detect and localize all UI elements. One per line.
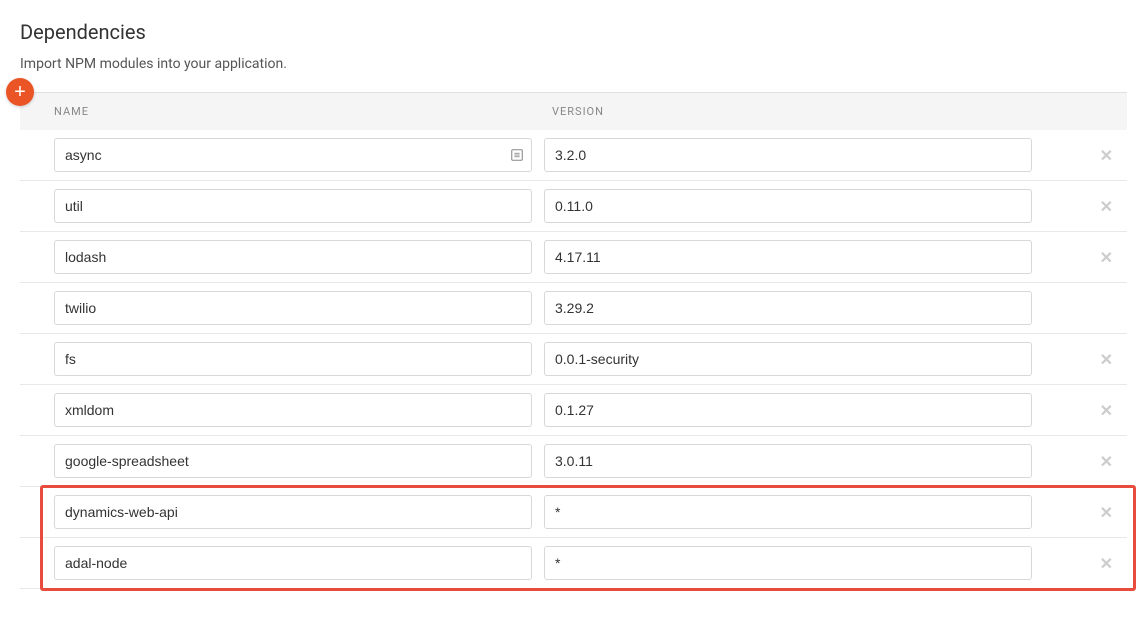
package-version-input[interactable] (544, 444, 1032, 478)
package-name-input[interactable] (54, 291, 532, 325)
header-name: NAME (20, 105, 540, 118)
package-name-input[interactable] (54, 546, 532, 580)
table-row (20, 283, 1127, 334)
package-version-input[interactable] (544, 138, 1032, 172)
package-name-input[interactable] (54, 240, 532, 274)
table-row: ✕ (20, 232, 1127, 283)
package-version-input[interactable] (544, 291, 1032, 325)
section-description: Import NPM modules into your application… (20, 56, 1127, 72)
remove-icon[interactable]: ✕ (1100, 401, 1113, 420)
package-name-input[interactable] (54, 189, 532, 223)
package-name-input[interactable] (54, 393, 532, 427)
package-version-input[interactable] (544, 240, 1032, 274)
package-version-input[interactable] (544, 546, 1032, 580)
table-row: ✕ (20, 181, 1127, 232)
table-row: ✕ (20, 436, 1127, 487)
table-header: NAME VERSION (20, 93, 1127, 130)
table-row: ✕ (20, 385, 1127, 436)
table-row: ✕ (20, 487, 1127, 538)
package-name-input[interactable] (54, 342, 532, 376)
section-title: Dependencies (20, 20, 1127, 44)
remove-icon[interactable]: ✕ (1100, 146, 1113, 165)
package-name-input[interactable] (54, 138, 532, 172)
table-row: ✕ (20, 334, 1127, 385)
table-row: ✕ (20, 538, 1127, 589)
remove-icon[interactable]: ✕ (1100, 197, 1113, 216)
package-version-input[interactable] (544, 189, 1032, 223)
package-name-input[interactable] (54, 495, 532, 529)
dependencies-table: NAME VERSION ✕ ✕ ✕ ✕ ✕ ✕ ✕ ✕ (20, 92, 1127, 589)
header-version: VERSION (540, 105, 1127, 118)
add-dependency-button[interactable]: + (6, 78, 34, 106)
package-name-input[interactable] (54, 444, 532, 478)
remove-icon[interactable]: ✕ (1100, 452, 1113, 471)
plus-icon: + (14, 82, 26, 102)
package-version-input[interactable] (544, 495, 1032, 529)
remove-icon[interactable]: ✕ (1100, 350, 1113, 369)
remove-icon[interactable]: ✕ (1100, 554, 1113, 573)
table-row: ✕ (20, 130, 1127, 181)
remove-icon[interactable]: ✕ (1100, 503, 1113, 522)
package-version-input[interactable] (544, 342, 1032, 376)
dependencies-table-wrapper: + NAME VERSION ✕✕✕✕✕✕✕✕ (20, 92, 1127, 589)
package-version-input[interactable] (544, 393, 1032, 427)
remove-icon[interactable]: ✕ (1100, 248, 1113, 267)
